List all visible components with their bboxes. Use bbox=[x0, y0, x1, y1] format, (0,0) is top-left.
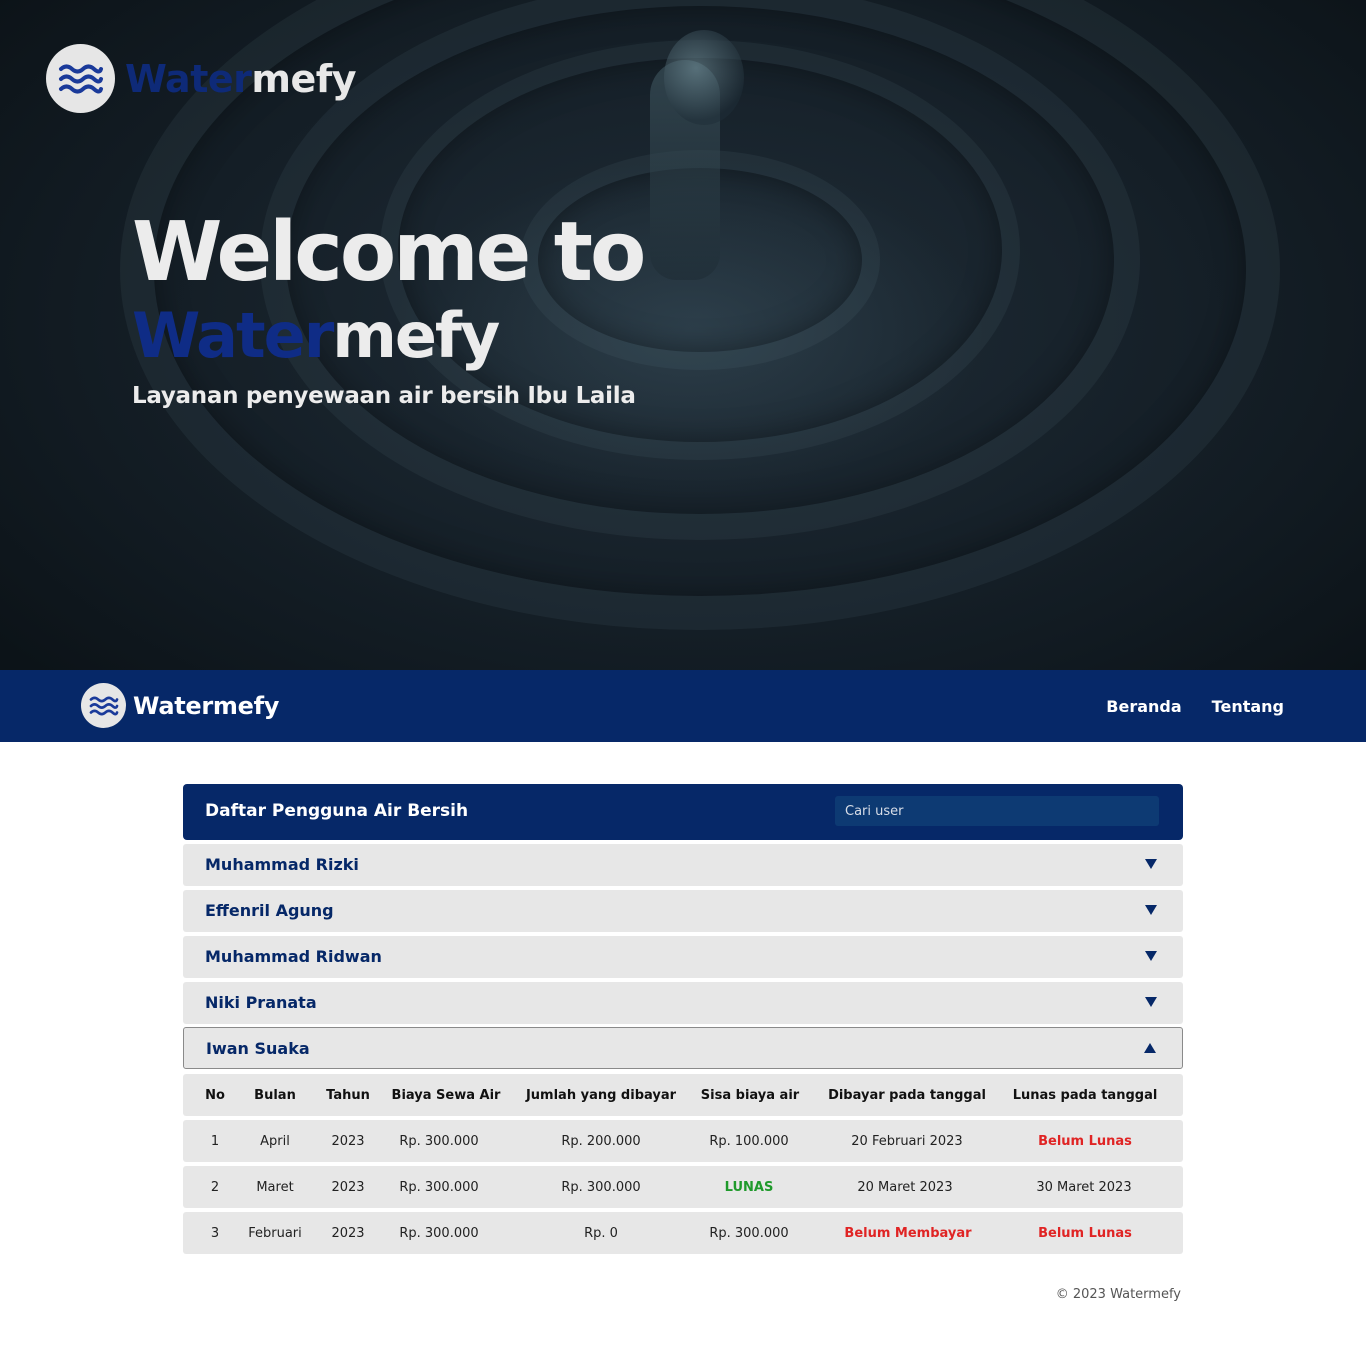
cell-no: 1 bbox=[210, 1133, 220, 1149]
user-name: Muhammad Rizki bbox=[205, 855, 359, 874]
column-header: Jumlah yang dibayar bbox=[525, 1087, 677, 1103]
cell-jumlah-dibayar: Rp. 0 bbox=[584, 1225, 618, 1241]
water-drop-decoration bbox=[664, 30, 744, 125]
nav-logo[interactable]: Watermefy bbox=[81, 683, 279, 728]
cell-lunas-tanggal: Belum Lunas bbox=[1038, 1225, 1132, 1241]
column-header: No bbox=[205, 1087, 225, 1103]
hero-brand: Watermefy bbox=[132, 299, 500, 372]
cell-bulan: April bbox=[260, 1133, 290, 1149]
water-waves-icon bbox=[81, 683, 126, 728]
column-header: Lunas pada tanggal bbox=[1012, 1087, 1158, 1103]
triangle-up-icon bbox=[1144, 1043, 1156, 1053]
panel-header: Daftar Pengguna Air Bersih bbox=[183, 784, 1183, 840]
triangle-down-icon bbox=[1145, 997, 1157, 1007]
hero-title: Welcome to bbox=[132, 205, 646, 300]
user-row-muhammad-rizki[interactable]: Muhammad Rizki bbox=[183, 844, 1183, 886]
hero-logo-text: Watermefy bbox=[125, 56, 357, 101]
column-header: Sisa biaya air bbox=[700, 1087, 800, 1103]
user-row-niki-pranata[interactable]: Niki Pranata bbox=[183, 982, 1183, 1024]
cell-tahun: 2023 bbox=[331, 1179, 365, 1195]
cell-no: 2 bbox=[210, 1179, 220, 1195]
cell-biaya-sewa: Rp. 300.000 bbox=[399, 1225, 479, 1241]
cell-no: 3 bbox=[210, 1225, 220, 1241]
cell-jumlah-dibayar: Rp. 300.000 bbox=[561, 1179, 641, 1195]
cell-tahun: 2023 bbox=[331, 1225, 365, 1241]
nav-link-tentang[interactable]: Tentang bbox=[1212, 697, 1284, 716]
triangle-down-icon bbox=[1145, 859, 1157, 869]
cell-tahun: 2023 bbox=[331, 1133, 365, 1149]
user-name: Muhammad Ridwan bbox=[205, 947, 382, 966]
nav-brand: Watermefy bbox=[133, 691, 280, 720]
hero-banner: Watermefy Welcome to Watermefy Layanan p… bbox=[0, 0, 1366, 670]
nav-link-beranda[interactable]: Beranda bbox=[1106, 697, 1181, 716]
column-header: Tahun bbox=[326, 1087, 370, 1103]
user-name: Effenril Agung bbox=[205, 901, 334, 920]
table-row: 1 April 2023 Rp. 300.000 Rp. 200.000 Rp.… bbox=[183, 1120, 1183, 1162]
hero-logo[interactable]: Watermefy bbox=[46, 44, 357, 113]
column-header: Dibayar pada tanggal bbox=[828, 1087, 986, 1103]
cell-sisa-biaya: Rp. 100.000 bbox=[709, 1133, 789, 1149]
cell-lunas-tanggal: Belum Lunas bbox=[1038, 1133, 1132, 1149]
nav-links: Beranda Tentang bbox=[1106, 670, 1284, 742]
cell-bulan: Februari bbox=[248, 1225, 302, 1241]
table-row: 2 Maret 2023 Rp. 300.000 Rp. 300.000 LUN… bbox=[183, 1166, 1183, 1208]
table-row: 3 Februari 2023 Rp. 300.000 Rp. 0 Rp. 30… bbox=[183, 1212, 1183, 1254]
cell-lunas-tanggal: 30 Maret 2023 bbox=[1036, 1179, 1132, 1195]
column-header: Biaya Sewa Air bbox=[391, 1087, 501, 1103]
triangle-down-icon bbox=[1145, 905, 1157, 915]
user-name: Iwan Suaka bbox=[206, 1039, 310, 1058]
user-name: Niki Pranata bbox=[205, 993, 317, 1012]
navbar: Watermefy Beranda Tentang bbox=[0, 670, 1366, 742]
cell-dibayar-tanggal: Belum Membayar bbox=[844, 1225, 972, 1241]
cell-sisa-biaya: LUNAS bbox=[724, 1179, 774, 1195]
user-row-iwan-suaka[interactable]: Iwan Suaka bbox=[183, 1027, 1183, 1069]
cell-jumlah-dibayar: Rp. 200.000 bbox=[561, 1133, 641, 1149]
cell-sisa-biaya: Rp. 300.000 bbox=[709, 1225, 789, 1241]
user-row-effenril-agung[interactable]: Effenril Agung bbox=[183, 890, 1183, 932]
footer-copyright: © 2023 Watermefy bbox=[1055, 1287, 1181, 1302]
cell-biaya-sewa: Rp. 300.000 bbox=[399, 1133, 479, 1149]
cell-bulan: Maret bbox=[256, 1179, 294, 1195]
cell-dibayar-tanggal: 20 Maret 2023 bbox=[857, 1179, 953, 1195]
panel-title: Daftar Pengguna Air Bersih bbox=[205, 801, 469, 821]
cell-biaya-sewa: Rp. 300.000 bbox=[399, 1179, 479, 1195]
hero-subtitle: Layanan penyewaan air bersih Ibu Laila bbox=[132, 383, 636, 409]
cell-dibayar-tanggal: 20 Februari 2023 bbox=[851, 1133, 963, 1149]
water-waves-icon bbox=[46, 44, 115, 113]
column-header: Bulan bbox=[254, 1087, 296, 1103]
triangle-down-icon bbox=[1145, 951, 1157, 961]
user-row-muhammad-ridwan[interactable]: Muhammad Ridwan bbox=[183, 936, 1183, 978]
user-list-panel: Daftar Pengguna Air Bersih Muhammad Rizk… bbox=[183, 784, 1183, 1254]
search-input[interactable] bbox=[835, 796, 1159, 826]
table-header-row: No Bulan Tahun Biaya Sewa Air Jumlah yan… bbox=[183, 1074, 1183, 1116]
